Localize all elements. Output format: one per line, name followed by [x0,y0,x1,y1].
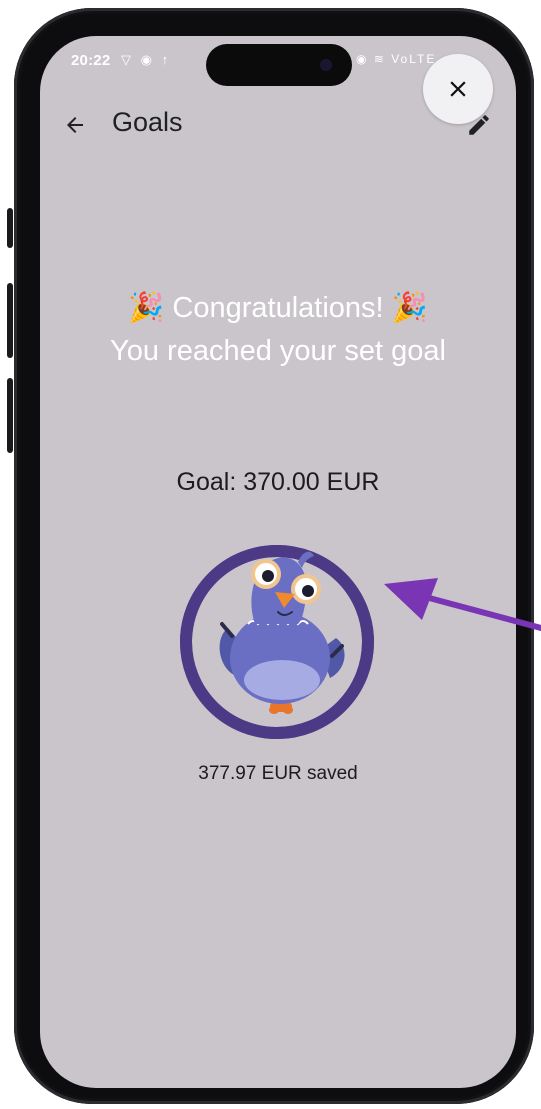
saved-amount: 377.97 EUR saved [198,763,358,784]
status-time: 20:22 [71,52,111,69]
close-icon [450,81,466,97]
arrow-left-icon [67,117,83,133]
phone-action-button [7,208,13,248]
back-button[interactable] [60,110,90,140]
goal-progress-ring [180,545,374,739]
close-button[interactable] [423,54,493,124]
pigeon-mascot-icon [219,551,345,714]
status-notification-icons: ▽ ◉ ↑ [121,52,172,67]
celebration-line-2: You reached your set goal [110,335,446,367]
annotation-arrow-icon [384,578,541,631]
page: 20:22 ▽ ◉ ↑ ◉ ≋ VoLTE .ıl Goals 🎉 Congra… [0,0,541,1109]
page-title: Goals [112,107,183,137]
phone-volume-down-button [7,378,13,453]
celebration-line-1: 🎉 Congratulations! 🎉 [128,292,428,324]
goal-amount: Goal: 370.00 EUR [176,468,380,496]
phone-volume-up-button [7,283,13,358]
app-screen: 20:22 ▽ ◉ ↑ ◉ ≋ VoLTE .ıl Goals 🎉 Congra… [40,36,516,1088]
celebration-message: 🎉 Congratulations! 🎉 You reached your se… [40,287,516,373]
camera-icon [320,59,332,71]
dynamic-island [206,44,352,86]
